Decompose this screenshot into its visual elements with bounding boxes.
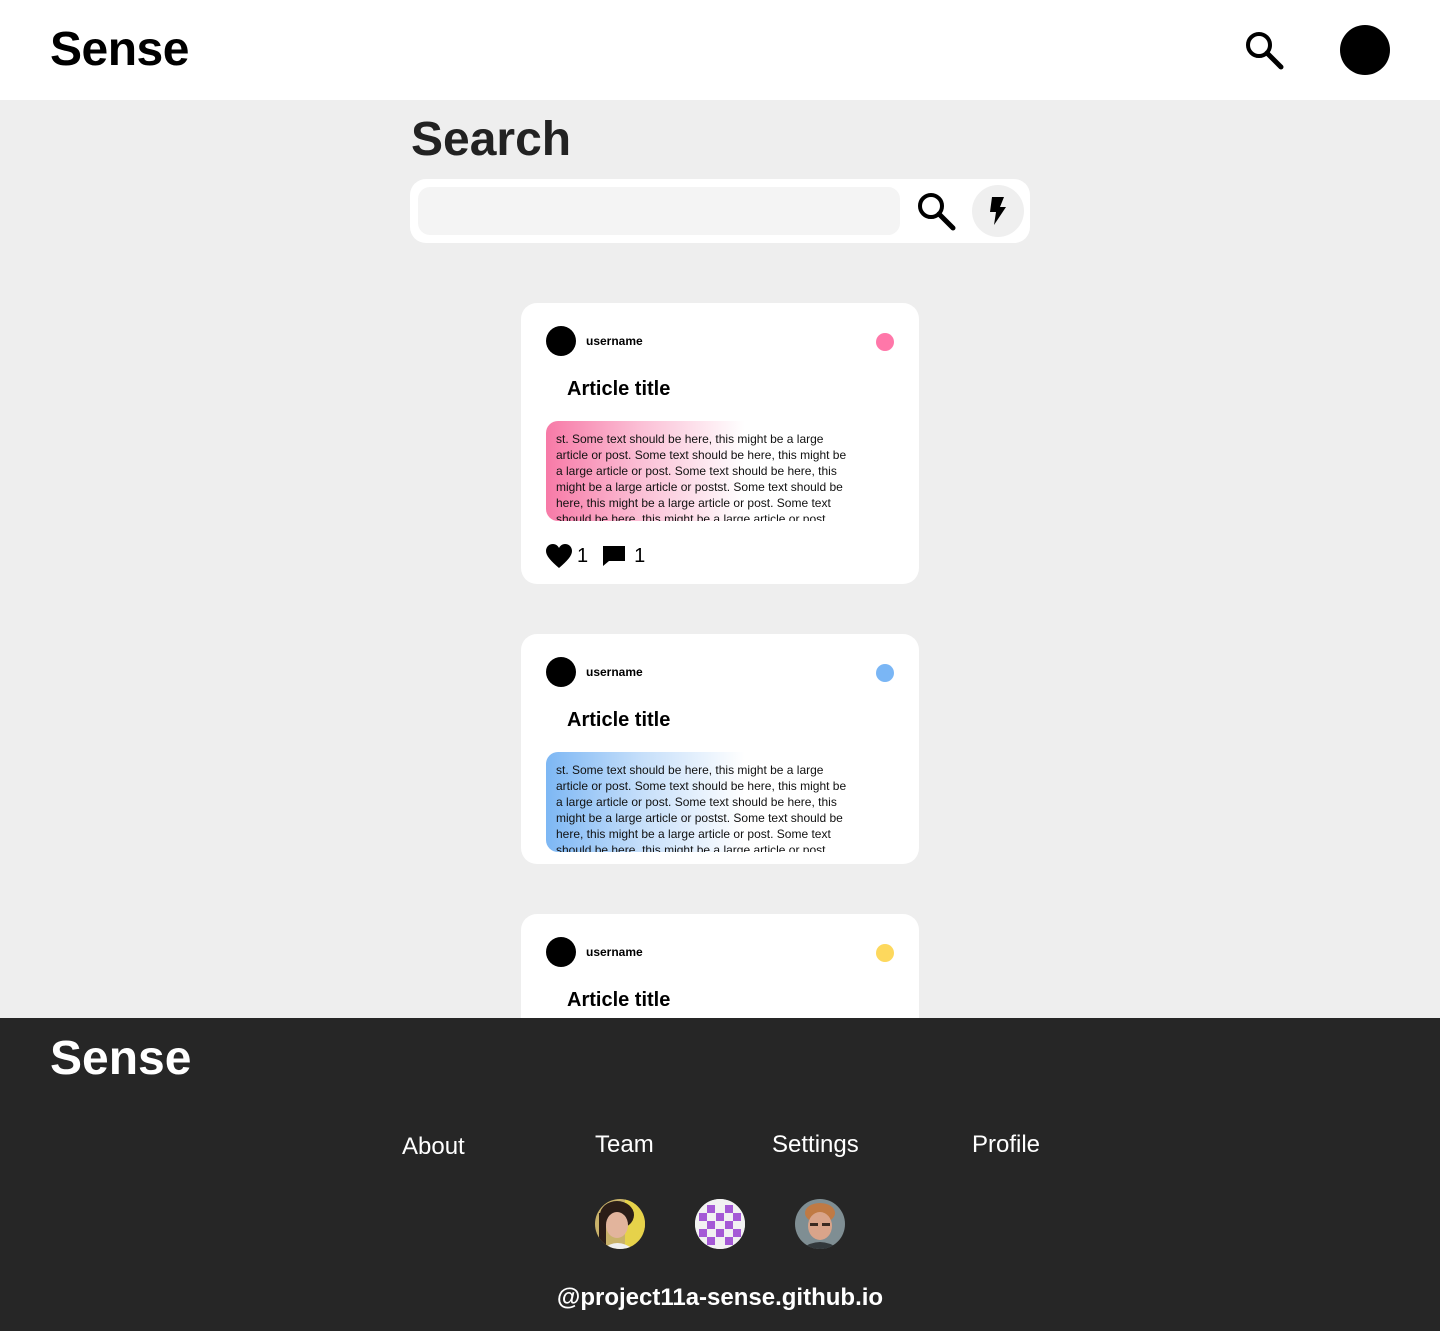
- team-member-avatar[interactable]: [595, 1199, 645, 1249]
- avatar[interactable]: [1340, 25, 1390, 75]
- article-excerpt: st. Some text should be here, this might…: [546, 421, 866, 521]
- comment-icon: [603, 546, 626, 566]
- search-input[interactable]: [418, 187, 900, 235]
- author-avatar[interactable]: [546, 937, 576, 967]
- top-bar: Sense: [0, 0, 1440, 100]
- logo[interactable]: Sense: [50, 22, 189, 78]
- comment-count: 1: [634, 545, 646, 567]
- team-member-avatar[interactable]: [795, 1199, 845, 1249]
- footer-link-about[interactable]: About: [402, 1132, 465, 1162]
- footer-handle[interactable]: @project11a-sense.github.io: [0, 1283, 1440, 1313]
- heart-icon: [546, 544, 572, 568]
- like-count: 1: [577, 545, 589, 567]
- category-dot: [876, 944, 894, 962]
- username[interactable]: username: [586, 664, 643, 680]
- article-excerpt: st. Some text should be here, this might…: [546, 752, 866, 852]
- search-bar: [410, 179, 1030, 243]
- like-button[interactable]: 1: [545, 543, 588, 569]
- footer-logo[interactable]: Sense: [50, 1031, 191, 1087]
- team-member-avatar[interactable]: [695, 1199, 745, 1249]
- footer-link-team[interactable]: Team: [595, 1130, 654, 1160]
- lightning-bolt-icon: [990, 197, 1006, 225]
- footer: Sense About Team Settings Profile @proje…: [0, 1018, 1440, 1331]
- username[interactable]: username: [586, 944, 643, 960]
- comment-button[interactable]: 1: [602, 544, 645, 568]
- username[interactable]: username: [586, 333, 643, 349]
- article-title[interactable]: Article title: [567, 707, 670, 733]
- author-avatar[interactable]: [546, 657, 576, 687]
- category-dot: [876, 664, 894, 682]
- article-title[interactable]: Article title: [567, 376, 670, 402]
- author-avatar[interactable]: [546, 326, 576, 356]
- post-card[interactable]: username Article title st. Some text sho…: [521, 303, 919, 584]
- post-card[interactable]: username Article title st. Some text sho…: [521, 634, 919, 864]
- post-card[interactable]: username Article title: [521, 914, 919, 1034]
- category-dot: [876, 333, 894, 351]
- search-icon[interactable]: [1242, 28, 1286, 72]
- search-icon[interactable]: [914, 189, 958, 233]
- footer-link-profile[interactable]: Profile: [972, 1130, 1040, 1160]
- flash-button[interactable]: [972, 185, 1024, 237]
- page-title: Search: [411, 113, 572, 166]
- footer-link-settings[interactable]: Settings: [772, 1130, 859, 1160]
- article-title[interactable]: Article title: [567, 987, 670, 1013]
- post-actions: 1 1: [545, 541, 645, 571]
